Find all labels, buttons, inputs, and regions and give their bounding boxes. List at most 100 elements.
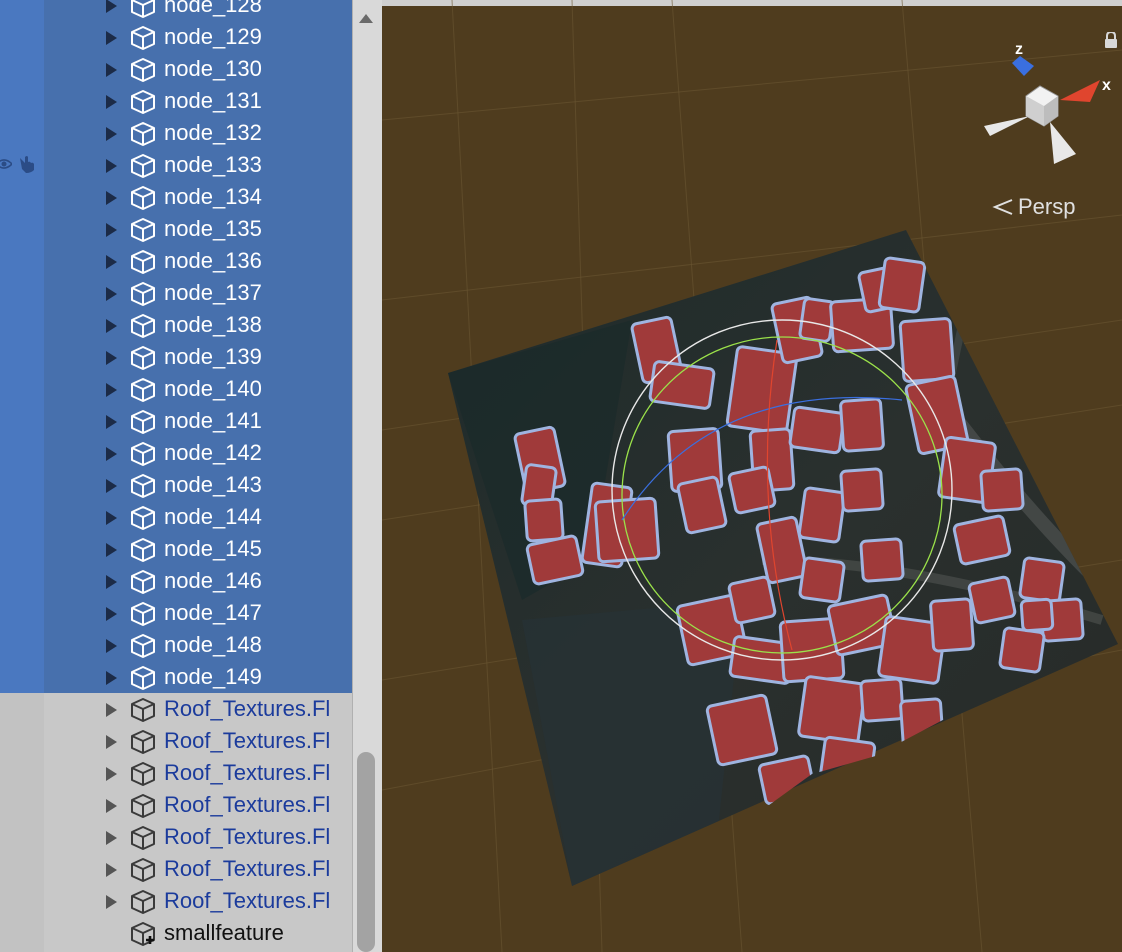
building-footprint[interactable] bbox=[898, 317, 956, 383]
hierarchy-item[interactable]: node_139 bbox=[0, 341, 352, 373]
gizmo-negx-cone[interactable] bbox=[984, 116, 1030, 136]
projection-toggle[interactable]: Persp bbox=[992, 194, 1075, 220]
hierarchy-item[interactable]: node_145 bbox=[0, 533, 352, 565]
expand-arrow-icon[interactable] bbox=[106, 0, 117, 13]
hierarchy-item[interactable]: node_133 bbox=[0, 149, 352, 181]
hierarchy-item[interactable]: Roof_Textures.Fl bbox=[0, 757, 352, 789]
hierarchy-item[interactable]: node_141 bbox=[0, 405, 352, 437]
building-footprint[interactable] bbox=[859, 537, 905, 583]
expand-arrow-icon[interactable] bbox=[106, 671, 117, 685]
expand-arrow-icon[interactable] bbox=[106, 479, 117, 493]
hierarchy-item[interactable]: node_132 bbox=[0, 117, 352, 149]
building-footprint[interactable] bbox=[523, 497, 565, 543]
hierarchy-item[interactable]: node_129 bbox=[0, 21, 352, 53]
expand-arrow-icon[interactable] bbox=[106, 767, 117, 781]
building-footprint[interactable] bbox=[839, 397, 885, 453]
expand-arrow-icon[interactable] bbox=[106, 703, 117, 717]
gizmo-negz-cone[interactable] bbox=[1050, 122, 1076, 164]
hierarchy-item[interactable]: node_136 bbox=[0, 245, 352, 277]
expand-arrow-icon[interactable] bbox=[106, 31, 117, 45]
expand-arrow-icon[interactable] bbox=[106, 447, 117, 461]
expand-arrow-icon[interactable] bbox=[106, 159, 117, 173]
building-footprint[interactable] bbox=[929, 597, 975, 653]
building-footprint[interactable] bbox=[1018, 556, 1066, 604]
hierarchy-item[interactable]: node_143 bbox=[0, 469, 352, 501]
hierarchy-item[interactable]: node_147 bbox=[0, 597, 352, 629]
building-footprint[interactable] bbox=[525, 534, 585, 586]
cube-icon bbox=[131, 826, 155, 850]
expand-arrow-icon[interactable] bbox=[106, 895, 117, 909]
expand-arrow-icon[interactable] bbox=[106, 607, 117, 621]
expand-arrow-icon[interactable] bbox=[106, 639, 117, 653]
expand-arrow-icon[interactable] bbox=[106, 511, 117, 525]
expand-arrow-icon[interactable] bbox=[106, 799, 117, 813]
building-footprint[interactable] bbox=[788, 405, 846, 455]
hierarchy-item[interactable]: node_135 bbox=[0, 213, 352, 245]
hierarchy-item[interactable]: node_137 bbox=[0, 277, 352, 309]
hierarchy-item[interactable]: node_138 bbox=[0, 309, 352, 341]
hierarchy-item[interactable]: Roof_Textures.Fl bbox=[0, 853, 352, 885]
scroll-up-arrow-icon[interactable] bbox=[359, 14, 373, 23]
gizmo-z-cone[interactable] bbox=[1012, 56, 1034, 76]
hierarchy-item[interactable]: Roof_Textures.Fl bbox=[0, 821, 352, 853]
hierarchy-item[interactable]: node_130 bbox=[0, 53, 352, 85]
hierarchy-item[interactable]: node_128 bbox=[0, 0, 352, 21]
building-footprint[interactable] bbox=[998, 626, 1046, 674]
building-footprint[interactable] bbox=[952, 514, 1012, 566]
expand-arrow-icon[interactable] bbox=[106, 863, 117, 877]
building-footprint[interactable] bbox=[798, 556, 846, 604]
expand-arrow-icon[interactable] bbox=[106, 95, 117, 109]
expand-arrow-icon[interactable] bbox=[106, 63, 117, 77]
hierarchy-item[interactable]: node_140 bbox=[0, 373, 352, 405]
building-footprint[interactable] bbox=[798, 297, 836, 343]
scene-view[interactable]: z x Persp bbox=[382, 0, 1122, 952]
hierarchy-item[interactable]: Roof_Textures.Fl bbox=[0, 885, 352, 917]
building-footprint[interactable] bbox=[676, 475, 728, 535]
hierarchy-item[interactable]: Roof_Textures.Fl bbox=[0, 789, 352, 821]
gizmo-x-cone[interactable] bbox=[1060, 80, 1100, 102]
hierarchy-item[interactable]: node_148 bbox=[0, 629, 352, 661]
hierarchy-item[interactable]: node_142 bbox=[0, 437, 352, 469]
hierarchy-item-label: node_144 bbox=[164, 504, 262, 529]
hierarchy-item[interactable]: node_134 bbox=[0, 181, 352, 213]
building-footprint[interactable] bbox=[727, 575, 777, 625]
hierarchy-item[interactable]: Roof_Textures.Fl bbox=[0, 693, 352, 725]
orientation-gizmo[interactable]: z x bbox=[982, 36, 1122, 176]
hierarchy-item-label: node_128 bbox=[164, 0, 262, 17]
building-footprint[interactable] bbox=[593, 496, 661, 564]
expand-arrow-icon[interactable] bbox=[106, 383, 117, 397]
expand-arrow-icon[interactable] bbox=[106, 543, 117, 557]
expand-arrow-icon[interactable] bbox=[106, 415, 117, 429]
expand-arrow-icon[interactable] bbox=[106, 127, 117, 141]
hierarchy-item[interactable]: node_149 bbox=[0, 661, 352, 693]
hierarchy-item[interactable]: node_146 bbox=[0, 565, 352, 597]
expand-arrow-icon[interactable] bbox=[106, 575, 117, 589]
hierarchy-item[interactable]: smallfeature bbox=[0, 917, 352, 949]
scrollbar-thumb[interactable] bbox=[357, 752, 375, 952]
building-footprint[interactable] bbox=[839, 467, 885, 513]
expand-arrow-icon[interactable] bbox=[106, 287, 117, 301]
building-footprint[interactable] bbox=[797, 675, 867, 745]
expand-arrow-icon[interactable] bbox=[106, 319, 117, 333]
expand-arrow-icon[interactable] bbox=[106, 831, 117, 845]
building-footprint[interactable] bbox=[817, 735, 877, 795]
hierarchy-item-label: node_145 bbox=[164, 536, 262, 561]
building-footprint[interactable] bbox=[877, 256, 927, 314]
building-footprint[interactable] bbox=[979, 467, 1025, 513]
building-footprint[interactable] bbox=[1019, 597, 1055, 633]
cube-icon bbox=[131, 762, 155, 786]
building-footprint[interactable] bbox=[705, 693, 779, 767]
building-footprint[interactable] bbox=[648, 360, 716, 410]
hierarchy-item[interactable]: node_144 bbox=[0, 501, 352, 533]
hierarchy-item[interactable]: node_131 bbox=[0, 85, 352, 117]
building-footprint[interactable] bbox=[797, 486, 847, 544]
expand-arrow-icon[interactable] bbox=[106, 191, 117, 205]
building-footprint[interactable] bbox=[899, 697, 945, 753]
building-footprint[interactable] bbox=[967, 575, 1017, 625]
expand-arrow-icon[interactable] bbox=[106, 351, 117, 365]
building-footprint[interactable] bbox=[859, 677, 905, 723]
expand-arrow-icon[interactable] bbox=[106, 735, 117, 749]
hierarchy-item[interactable]: Roof_Textures.Fl bbox=[0, 725, 352, 757]
expand-arrow-icon[interactable] bbox=[106, 223, 117, 237]
expand-arrow-icon[interactable] bbox=[106, 255, 117, 269]
